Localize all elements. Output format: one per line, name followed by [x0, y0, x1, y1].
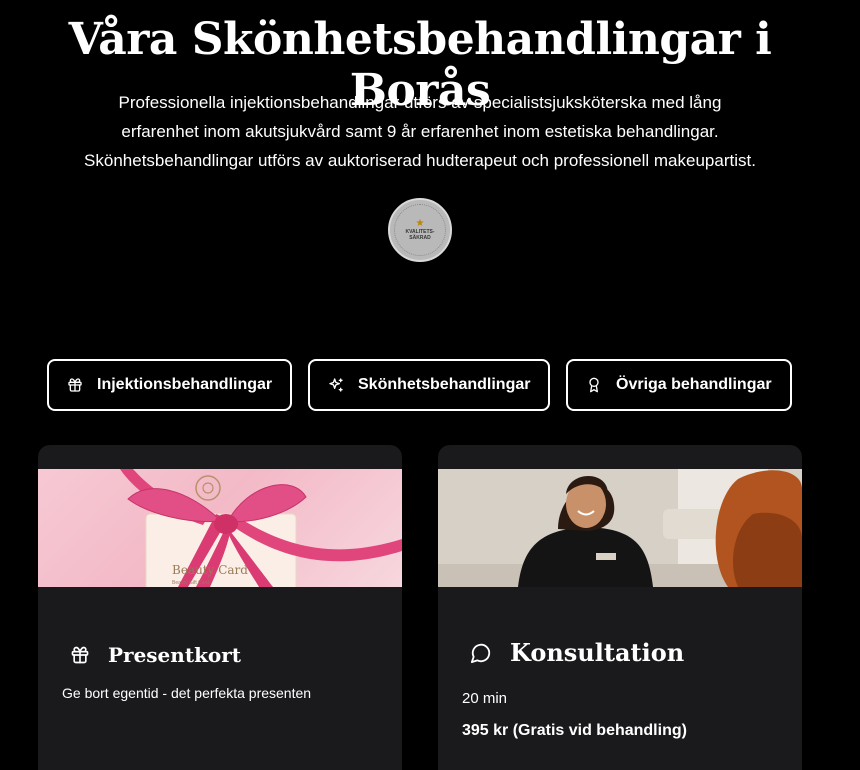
- intro-line-3: Skönhetsbehandlingar utförs av auktorise…: [84, 151, 756, 170]
- sparkles-icon: [329, 378, 343, 392]
- card-title: Presentkort: [108, 643, 242, 667]
- gift-card-image: Beauty Card Beauty Gift Card: [38, 469, 402, 587]
- tab-label: Övriga behandlingar: [616, 376, 772, 393]
- intro-line-2: erfarenhet inom akutsjukvård samt 9 år e…: [121, 122, 719, 141]
- tab-injektionsbehandlingar[interactable]: Injektionsbehandlingar: [47, 359, 292, 411]
- consultation-image: [438, 469, 802, 587]
- award-icon: [589, 377, 599, 393]
- gift-icon: [68, 378, 82, 392]
- consultation-photo-illustration: [438, 469, 802, 587]
- tab-skonhetsbehandlingar[interactable]: Skönhetsbehandlingar: [308, 359, 550, 411]
- tab-label: Injektionsbehandlingar: [97, 376, 273, 393]
- tab-ovriga-behandlingar[interactable]: Övriga behandlingar: [566, 359, 792, 411]
- beauty-card-text: Beauty Card: [172, 563, 248, 577]
- tab-label: Skönhetsbehandlingar: [358, 376, 531, 393]
- badge-text-2: SÄKRAD: [409, 235, 431, 241]
- gift-ribbon-illustration: Beauty Card Beauty Gift Card: [120, 469, 402, 587]
- card-header: Konsultation: [470, 638, 684, 667]
- card-description: Ge bort egentid - det perfekta presenten: [62, 685, 312, 701]
- quality-badge: ★ KVALITETS- SÄKRAD: [388, 198, 452, 262]
- chat-bubble-icon: [470, 643, 491, 663]
- price-text: 395 kr (Gratis vid behandling): [462, 722, 687, 739]
- intro-line-1: Professionella injektionsbehandlingar ut…: [118, 93, 722, 112]
- duration-text: 20 min: [462, 690, 508, 707]
- gift-card-card[interactable]: Beauty Card Beauty Gift Card Presentkort…: [38, 445, 402, 770]
- gift-icon: [71, 646, 89, 664]
- card-header: Presentkort: [70, 643, 241, 667]
- consultation-card[interactable]: Konsultation 20 min 395 kr (Gratis vid b…: [438, 445, 802, 770]
- card-title: Konsultation: [510, 638, 685, 667]
- star-icon: ★: [415, 218, 425, 229]
- badge-text-1: KVALITETS-: [405, 229, 435, 235]
- intro-text: Professionella injektionsbehandlingar ut…: [20, 88, 820, 175]
- beauty-card-subtext: Beauty Gift Card: [172, 580, 209, 586]
- category-tabs: Injektionsbehandlingar Skönhetsbehandlin…: [47, 359, 792, 411]
